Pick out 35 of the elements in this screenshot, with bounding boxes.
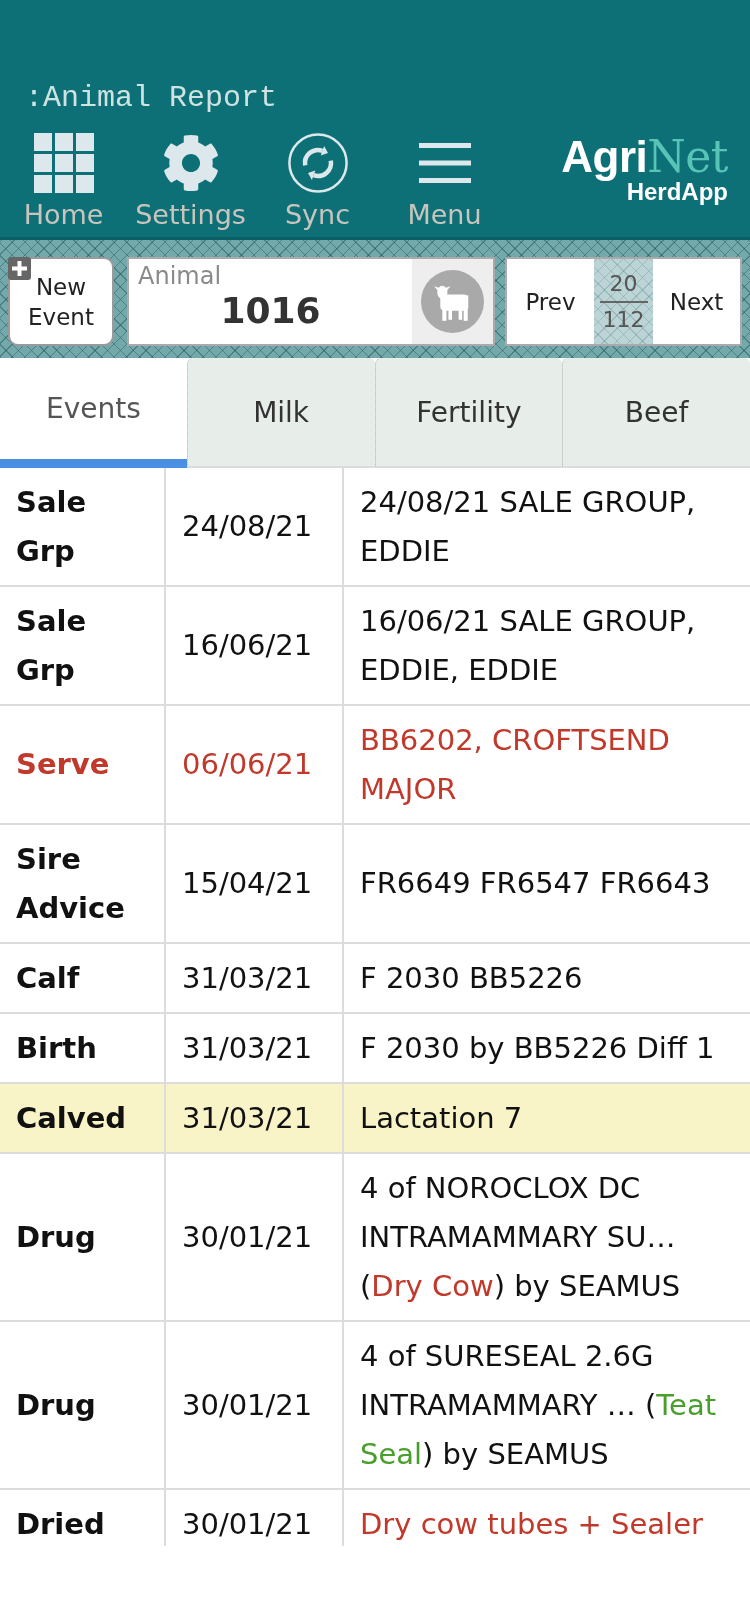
event-date-cell: 31/03/21 bbox=[166, 1084, 344, 1154]
event-type-cell: Birth bbox=[0, 1014, 166, 1084]
event-details-cell: Lactation 7 bbox=[344, 1084, 750, 1154]
event-type-cell: Serve bbox=[0, 706, 166, 825]
event-date-cell: 30/01/21 bbox=[166, 1154, 344, 1322]
event-type-cell: Drug bbox=[0, 1322, 166, 1490]
page-title: :Animal Report bbox=[24, 81, 278, 115]
gear-icon bbox=[161, 134, 220, 192]
brand-logo: AgriNet bbox=[561, 133, 728, 181]
event-type-cell: Drug bbox=[0, 1154, 166, 1322]
current-index: 20 bbox=[609, 269, 638, 298]
event-date-cell: 16/06/21 bbox=[166, 587, 344, 706]
plus-icon bbox=[8, 257, 31, 280]
event-type-cell: Sire Advice bbox=[0, 825, 166, 944]
event-type-cell: Sale Grp bbox=[0, 587, 166, 706]
event-date-cell: 24/08/21 bbox=[166, 468, 344, 587]
event-date-cell: 30/01/21 bbox=[166, 1322, 344, 1490]
event-type-cell: Calved bbox=[0, 1084, 166, 1154]
prev-button[interactable]: Prev bbox=[505, 257, 594, 346]
event-date-cell: 31/03/21 bbox=[166, 1014, 344, 1084]
event-type-cell: Sale Grp bbox=[0, 468, 166, 587]
tab[interactable]: Milk bbox=[186, 358, 375, 468]
new-event-button[interactable]: New Event bbox=[8, 257, 114, 346]
event-date-cell: 06/06/21 bbox=[166, 706, 344, 825]
menu-icon bbox=[418, 143, 471, 183]
event-date-cell: 31/03/21 bbox=[166, 944, 344, 1014]
brand-product-name: HerdApp bbox=[626, 179, 728, 205]
tab[interactable]: Beef bbox=[562, 358, 750, 468]
event-type-cell: Calf bbox=[0, 944, 166, 1014]
sync-icon bbox=[287, 133, 348, 193]
event-date-cell: 15/04/21 bbox=[166, 825, 344, 944]
total-count: 112 bbox=[602, 305, 645, 334]
tab[interactable]: Fertility bbox=[374, 358, 563, 468]
next-button[interactable]: Next bbox=[653, 257, 742, 346]
grid-icon bbox=[33, 133, 94, 193]
